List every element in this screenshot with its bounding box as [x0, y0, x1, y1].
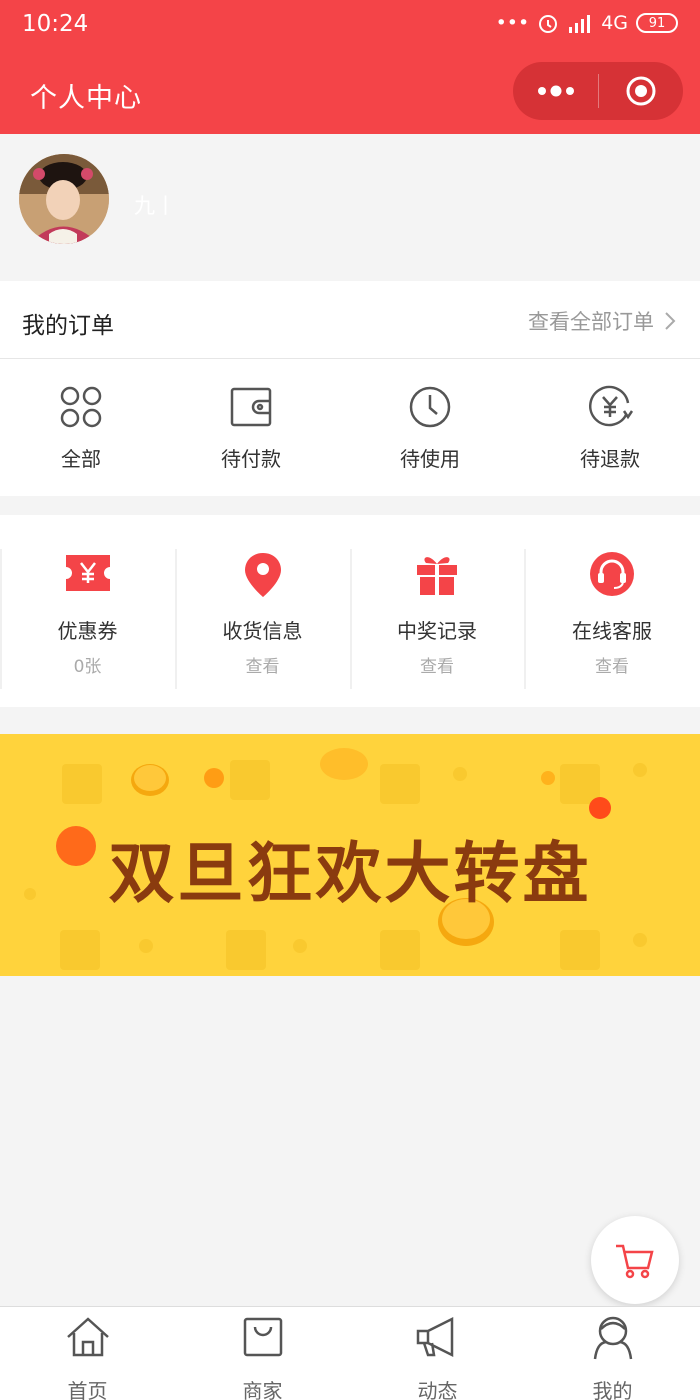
- order-tab-label: 待退款: [580, 447, 640, 471]
- four-petal-grid-icon: [60, 386, 102, 428]
- tab-label: 商家: [242, 1379, 283, 1400]
- avatar[interactable]: [19, 154, 109, 244]
- tab-bar: 首页 商家 动态 我的: [0, 1306, 700, 1400]
- more-dots-status-icon: •••: [495, 12, 530, 34]
- service-name: 优惠券: [57, 619, 118, 643]
- mini-program-capsule: [513, 62, 683, 120]
- order-tab-all[interactable]: 全部: [1, 381, 161, 472]
- tab-mine[interactable]: 我的: [525, 1313, 700, 1400]
- service-sub: 查看: [245, 657, 280, 677]
- order-tab-label: 全部: [61, 447, 101, 471]
- status-time: 10:24: [22, 11, 89, 37]
- tab-merchants[interactable]: 商家: [175, 1313, 350, 1400]
- alarm-icon: [539, 15, 558, 33]
- battery-level: 91: [648, 15, 666, 31]
- my-orders-section: 我的订单 查看全部订单 全部 待付款 待使用 待退款: [0, 281, 700, 496]
- home-icon: [66, 1317, 109, 1357]
- cart-button[interactable]: [591, 1216, 679, 1304]
- service-address[interactable]: 收货信息 查看: [175, 515, 350, 707]
- order-tab-refund[interactable]: 待退款: [530, 381, 690, 472]
- tab-label: 动态: [417, 1379, 458, 1400]
- battery-icon: 91: [636, 13, 678, 33]
- orders-header: 我的订单 查看全部订单: [0, 281, 700, 359]
- tab-news[interactable]: 动态: [350, 1313, 525, 1400]
- nav-bar: 个人中心: [0, 52, 700, 134]
- clock-icon: [409, 386, 451, 428]
- close-button[interactable]: [599, 62, 683, 120]
- shopping-bag-icon: [243, 1317, 282, 1357]
- promo-banner[interactable]: 双旦狂欢大转盘: [0, 734, 700, 976]
- view-all-orders-link[interactable]: 查看全部订单: [528, 306, 676, 336]
- target-circle-icon: [626, 76, 656, 106]
- status-icons: ••• 4G 91: [496, 12, 678, 34]
- service-name: 在线客服: [572, 619, 652, 643]
- order-tab-label: 待使用: [400, 447, 460, 471]
- service-sub: 查看: [420, 657, 454, 677]
- view-all-orders-label: 查看全部订单: [528, 310, 654, 334]
- profile-header: 九丨: [0, 134, 700, 281]
- coupon-yen-icon: [65, 555, 110, 591]
- service-sub: 0张: [73, 657, 102, 677]
- cart-icon: [616, 1244, 654, 1279]
- network-label: 4G: [601, 12, 628, 34]
- more-button[interactable]: [513, 62, 598, 120]
- status-bar: 10:24 ••• 4G 91: [0, 0, 700, 52]
- service-name: 收货信息: [222, 619, 303, 643]
- headset-icon: [590, 552, 634, 596]
- signal-icon: [569, 15, 591, 33]
- gift-icon: [417, 557, 457, 595]
- megaphone-icon: [416, 1316, 453, 1358]
- location-pin-icon: [244, 553, 281, 597]
- tab-label: 首页: [67, 1379, 108, 1400]
- order-tab-pending-payment[interactable]: 待付款: [171, 381, 331, 472]
- user-icon: [593, 1316, 632, 1360]
- orders-title: 我的订单: [22, 313, 114, 339]
- service-customer-support[interactable]: 在线客服 查看: [524, 515, 700, 707]
- tab-label: 我的: [592, 1379, 633, 1400]
- service-sub: 查看: [595, 657, 629, 677]
- service-coupon[interactable]: 优惠券 0张: [0, 515, 175, 707]
- avatar-image: [19, 154, 109, 244]
- username: 九丨: [134, 194, 176, 218]
- banner-title: 双旦狂欢大转盘: [108, 835, 592, 912]
- order-tab-label: 待付款: [221, 447, 281, 471]
- order-tab-to-use[interactable]: 待使用: [350, 381, 510, 472]
- yen-refund-icon: [589, 385, 634, 427]
- service-name: 中奖记录: [397, 619, 477, 643]
- more-dots-icon: [537, 85, 574, 97]
- chevron-right-icon: [665, 312, 676, 330]
- wallet-icon: [230, 387, 272, 427]
- page-title: 个人中心: [30, 83, 142, 114]
- tab-home[interactable]: 首页: [0, 1313, 175, 1400]
- services-section: 优惠券 0张 收货信息 查看 中奖记录 查看 在线客服 查看: [0, 515, 700, 707]
- service-prize-record[interactable]: 中奖记录 查看: [350, 515, 524, 707]
